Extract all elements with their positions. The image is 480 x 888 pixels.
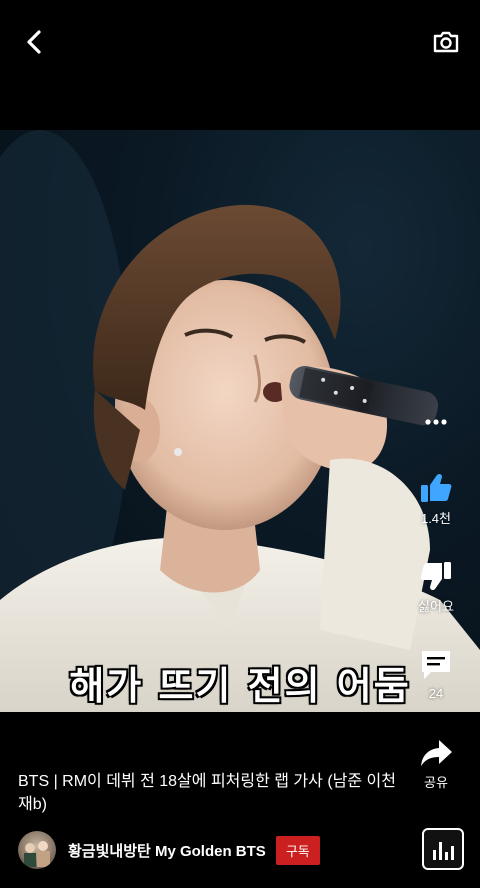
dislike-label: 싫어요 [418, 599, 454, 614]
like-button[interactable]: 1.4천 [392, 472, 480, 527]
top-bar [0, 0, 480, 84]
back-button[interactable] [14, 22, 54, 62]
share-arrow-icon [421, 740, 452, 766]
sound-button[interactable] [422, 828, 464, 870]
thumbs-down-icon [420, 562, 451, 591]
sound-equalizer-icon [432, 850, 436, 860]
channel-avatar[interactable] [18, 831, 56, 869]
eq-bar [450, 846, 454, 860]
channel-name[interactable]: 황금빛내방탄 My Golden BTS [68, 840, 266, 861]
eq-bar [444, 852, 448, 860]
comment-icon [422, 651, 450, 679]
eq-bar [438, 842, 442, 860]
thumbs-up-icon [421, 473, 452, 502]
more-button[interactable] [392, 418, 480, 426]
avatar-image [24, 841, 50, 867]
comment-count: 24 [428, 686, 444, 701]
camera-icon [433, 31, 459, 53]
video-title[interactable]: BTS | RM이 데뷔 전 18살에 피처링한 랩 가사 (남준 이천재b) [18, 770, 398, 816]
share-label: 공유 [424, 775, 448, 790]
dislike-button[interactable]: 싫어요 [392, 560, 480, 615]
more-dots-icon [425, 419, 447, 425]
share-button[interactable]: 공유 [392, 738, 480, 791]
comments-button[interactable]: 24 [392, 648, 480, 701]
back-arrow-icon [27, 30, 41, 54]
channel-row: 황금빛내방탄 My Golden BTS 구독 [18, 830, 320, 870]
subscribe-button[interactable]: 구독 [275, 835, 320, 865]
camera-button[interactable] [426, 22, 466, 62]
like-count: 1.4천 [420, 511, 452, 526]
